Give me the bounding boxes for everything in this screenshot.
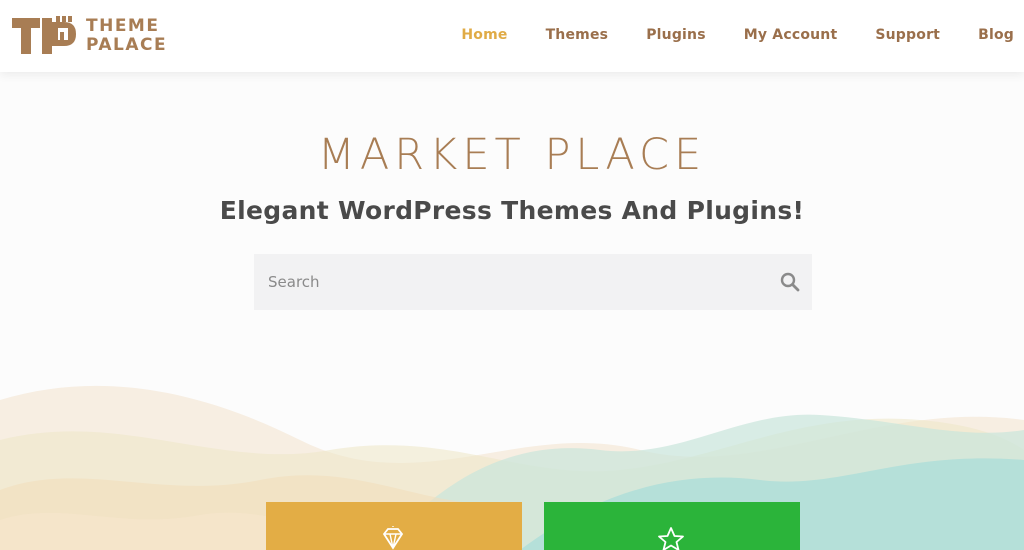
card-themes[interactable] [266,502,522,550]
site-logo[interactable]: THEME PALACE [12,14,167,58]
diamond-icon [382,526,404,550]
nav-item-support[interactable]: Support [875,27,940,43]
hero-title: MARKET PLACE [317,130,707,180]
card-plugins[interactable] [544,502,800,550]
hero-subtitle: Elegant WordPress Themes And Plugins! [219,196,805,225]
nav-item-blog[interactable]: Blog [978,27,1014,43]
logo-line-1: THEME [86,16,160,36]
main-nav: Home Themes Plugins My Account Support B… [423,27,1014,43]
search-input[interactable] [254,254,754,310]
search-box [254,254,812,310]
nav-item-themes[interactable]: Themes [546,27,609,43]
nav-item-plugins[interactable]: Plugins [646,27,706,43]
theme-palace-logo-icon [12,16,76,54]
nav-item-my-account[interactable]: My Account [744,27,838,43]
logo-text: THEME PALACE [86,17,167,55]
search-icon[interactable] [778,270,802,294]
star-icon [658,527,684,550]
nav-item-home[interactable]: Home [461,27,507,43]
logo-line-2: PALACE [86,35,168,55]
site-header: THEME PALACE Home Themes Plugins My Acco… [0,0,1024,72]
